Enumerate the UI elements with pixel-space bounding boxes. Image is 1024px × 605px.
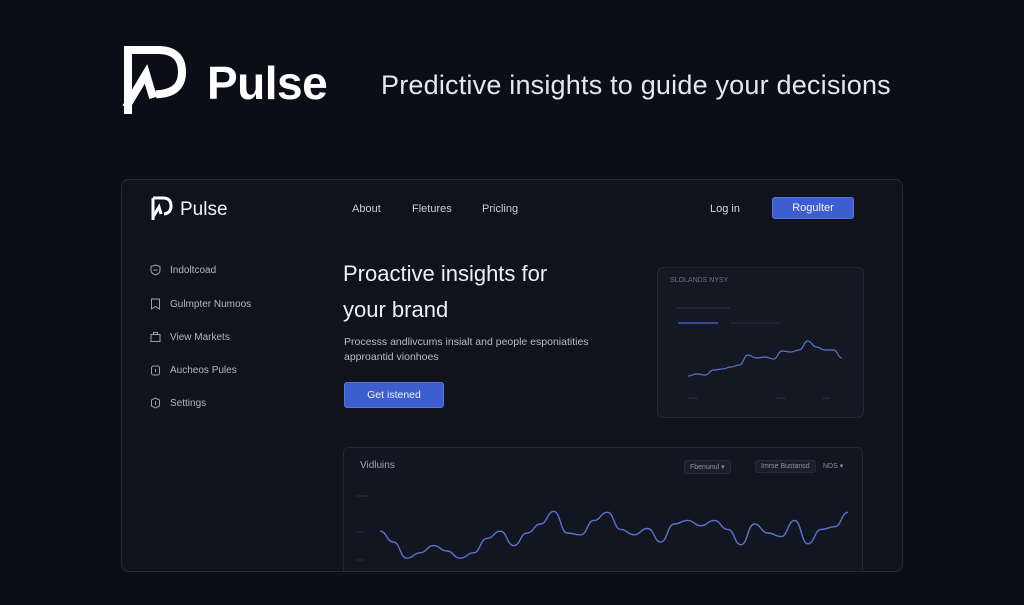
brand-name: Pulse [207, 57, 328, 109]
hero-title-line: Proactive insights for [343, 261, 548, 286]
pulse-logo-icon [122, 46, 187, 114]
app-name: Pulse [180, 199, 228, 220]
shield-icon [150, 264, 161, 276]
hero-title: Proactive insights for your brand [343, 256, 643, 328]
login-link[interactable]: Log in [710, 203, 740, 215]
sidebar-item-label: Settings [170, 397, 207, 409]
mini-chart-card: SLOLANDS NYSY [657, 267, 864, 418]
lock-icon [151, 365, 160, 376]
nav-about[interactable]: About [352, 203, 381, 215]
sidebar-item-settings[interactable]: Settings [150, 395, 206, 411]
app-logo-icon [151, 196, 173, 220]
get-started-button[interactable]: Get istened [344, 382, 444, 408]
hero-description: Processs andlivcums insialt and people e… [344, 335, 614, 365]
badge-icon [151, 397, 160, 409]
sidebar-item-markets[interactable]: View Markets [150, 329, 230, 345]
sidebar-item-numbers[interactable]: Gulmpter Numoos [150, 296, 251, 312]
bookmark-icon [151, 298, 160, 310]
sidebar-item-label: View Markets [170, 331, 230, 343]
sidebar-item-pules[interactable]: Aucheos Pules [150, 362, 237, 378]
nav-features[interactable]: Fletures [412, 203, 452, 215]
app-window: Pulse About Fletures Pricling Log in Rog… [121, 179, 903, 572]
hero-desc-line: approantid vionhoes [344, 351, 439, 363]
series-line [687, 340, 843, 377]
series-line [379, 510, 849, 559]
nav-pricing[interactable]: Pricling [482, 203, 518, 215]
sidebar-item-dashboard[interactable]: Indoltcoad [150, 262, 216, 278]
main-line-chart [356, 495, 849, 561]
mini-line-chart [676, 307, 843, 399]
main-chart-card: Vidluins Fbenunul ▾ Imrse Bustansd NDS ▾ [343, 447, 863, 571]
tagline: Predictive insights to guide your decisi… [381, 70, 891, 100]
hero-desc-line: Processs andlivcums insialt and people e… [344, 336, 589, 348]
briefcase-icon [150, 332, 161, 342]
register-button[interactable]: Rogulter [772, 197, 854, 219]
hero-title-line: your brand [343, 297, 449, 322]
sidebar-item-label: Indoltcoad [170, 264, 217, 276]
sidebar-item-label: Aucheos Pules [170, 364, 237, 376]
sidebar-item-label: Gulmpter Numoos [170, 298, 252, 310]
